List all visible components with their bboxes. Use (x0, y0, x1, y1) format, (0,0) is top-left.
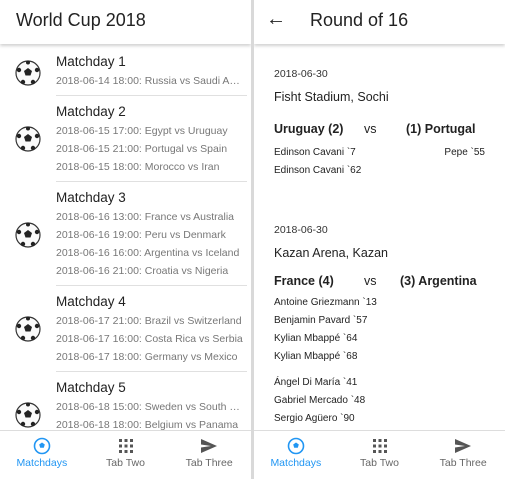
scorer: Antoine Griezmann `13 (274, 297, 377, 308)
scorer: Edinson Cavani `7 (274, 147, 356, 158)
matchday-title: Matchday 4 (56, 294, 126, 309)
tab-label: Tab Two (360, 457, 399, 469)
bottom-nav: Matchdays Tab Two Tab Three (254, 430, 505, 479)
scorer: Kylian Mbappé `68 (274, 351, 358, 362)
game-line: 2018-06-17 16:00: Costa Rica vs Serbia (56, 333, 243, 345)
grid-icon (118, 439, 133, 453)
scorer: Pepe `55 (444, 147, 485, 158)
match-date: 2018-06-30 (274, 224, 328, 236)
soccer-ball-icon (287, 437, 305, 455)
bottom-nav: Matchdays Tab Two Tab Three (0, 430, 251, 479)
game-line: 2018-06-14 18:00: Russia vs Saudi Arabia (56, 75, 243, 87)
scorer: Sergio Agüero `90 (274, 413, 355, 424)
left-screen: World Cup 2018 Matchday 1 2018-06-14 18:… (0, 0, 251, 479)
matchday-item[interactable]: Matchday 3 2018-06-16 13:00: France vs A… (0, 182, 251, 286)
page-title: Round of 16 (310, 10, 409, 30)
match-card: 2018-06-30 Kazan Arena, Kazan France (4)… (254, 180, 505, 428)
matchday-item[interactable]: Matchday 1 2018-06-14 18:00: Russia vs S… (0, 46, 251, 96)
match-score: Uruguay (2) vs (1) Portugal (274, 122, 485, 136)
arrow-left-icon[interactable]: ← (266, 8, 286, 31)
game-line: 2018-06-17 21:00: Brazil vs Switzerland (56, 315, 242, 327)
scorer: Gabriel Mercado `48 (274, 395, 366, 406)
tab-two[interactable]: Tab Two (338, 431, 422, 479)
match-card: 2018-06-30 Fisht Stadium, Sochi Uruguay … (254, 46, 505, 180)
game-line: 2018-06-17 18:00: Germany vs Mexico (56, 351, 238, 363)
match-score: France (4) vs (3) Argentina (274, 274, 485, 288)
game-line: 2018-06-15 18:00: Morocco vs Iran (56, 161, 220, 173)
matchday-item[interactable]: Matchday 5 2018-06-18 15:00: Sweden vs S… (0, 372, 251, 431)
vs-label: vs (364, 274, 377, 288)
soccer-ball-icon (15, 60, 41, 86)
scorer: Kylian Mbappé `64 (274, 333, 358, 344)
matchday-item[interactable]: Matchday 4 2018-06-17 21:00: Brazil vs S… (0, 286, 251, 372)
game-line: 2018-06-16 19:00: Peru vs Denmark (56, 229, 226, 241)
match-date: 2018-06-30 (274, 68, 328, 80)
tab-three[interactable]: Tab Three (167, 431, 251, 479)
game-line: 2018-06-16 13:00: France vs Australia (56, 211, 235, 223)
scorer: Ángel Di María `41 (274, 377, 358, 388)
tab-label: Matchdays (16, 457, 68, 469)
home-scorers: Edinson Cavani `7 Edinson Cavani `62 (274, 144, 361, 180)
game-line: 2018-06-16 21:00: Croatia vs Nigeria (56, 265, 229, 277)
game-line: 2018-06-15 21:00: Portugal vs Spain (56, 143, 228, 155)
home-scorers: Antoine Griezmann `13 Benjamin Pavard `5… (274, 294, 485, 366)
match-list: 2018-06-30 Fisht Stadium, Sochi Uruguay … (254, 46, 505, 431)
game-line: 2018-06-18 18:00: Belgium vs Panama (56, 419, 239, 431)
tab-matchdays[interactable]: Matchdays (254, 431, 338, 479)
page-title: World Cup 2018 (16, 10, 146, 30)
app-bar: ← Round of 16 (254, 0, 505, 44)
home-team: Uruguay (2) (274, 122, 344, 136)
matchday-title: Matchday 3 (56, 190, 126, 205)
matchday-title: Matchday 2 (56, 104, 126, 119)
send-icon (201, 439, 218, 453)
tab-label: Tab Three (185, 457, 233, 469)
matchday-title: Matchday 1 (56, 54, 126, 69)
app-bar: World Cup 2018 (0, 0, 251, 44)
scorer: Benjamin Pavard `57 (274, 315, 368, 326)
matchday-title: Matchday 5 (56, 380, 126, 395)
scorers: Edinson Cavani `7 Edinson Cavani `62 Pep… (274, 144, 485, 180)
tab-two[interactable]: Tab Two (84, 431, 168, 479)
game-line: 2018-06-15 17:00: Egypt vs Uruguay (56, 125, 228, 137)
right-screen: ← Round of 16 2018-06-30 Fisht Stadium, … (254, 0, 505, 479)
tab-three[interactable]: Tab Three (421, 431, 505, 479)
away-team: (3) Argentina (400, 274, 477, 288)
grid-icon (372, 439, 387, 453)
tab-label: Tab Three (439, 457, 487, 469)
match-stadium: Fisht Stadium, Sochi (274, 90, 389, 104)
tab-label: Matchdays (270, 457, 322, 469)
vs-label: vs (364, 122, 377, 136)
matchday-list: Matchday 1 2018-06-14 18:00: Russia vs S… (0, 46, 251, 431)
away-scorers: Pepe `55 (444, 144, 485, 180)
away-team: (1) Portugal (406, 122, 476, 136)
soccer-ball-icon (33, 437, 51, 455)
game-line: 2018-06-16 16:00: Argentina vs Iceland (56, 247, 240, 259)
send-icon (455, 439, 472, 453)
soccer-ball-icon (15, 222, 41, 248)
soccer-ball-icon (15, 316, 41, 342)
scorer: Edinson Cavani `62 (274, 165, 362, 176)
soccer-ball-icon (15, 126, 41, 152)
home-team: France (4) (274, 274, 334, 288)
matchday-item[interactable]: Matchday 2 2018-06-15 17:00: Egypt vs Ur… (0, 96, 251, 182)
game-line: 2018-06-18 15:00: Sweden vs South Korea (56, 401, 243, 413)
away-scorers: Ángel Di María `41 Gabriel Mercado `48 S… (274, 374, 485, 428)
tab-matchdays[interactable]: Matchdays (0, 431, 84, 479)
soccer-ball-icon (15, 402, 41, 428)
match-stadium: Kazan Arena, Kazan (274, 246, 388, 260)
tab-label: Tab Two (106, 457, 145, 469)
